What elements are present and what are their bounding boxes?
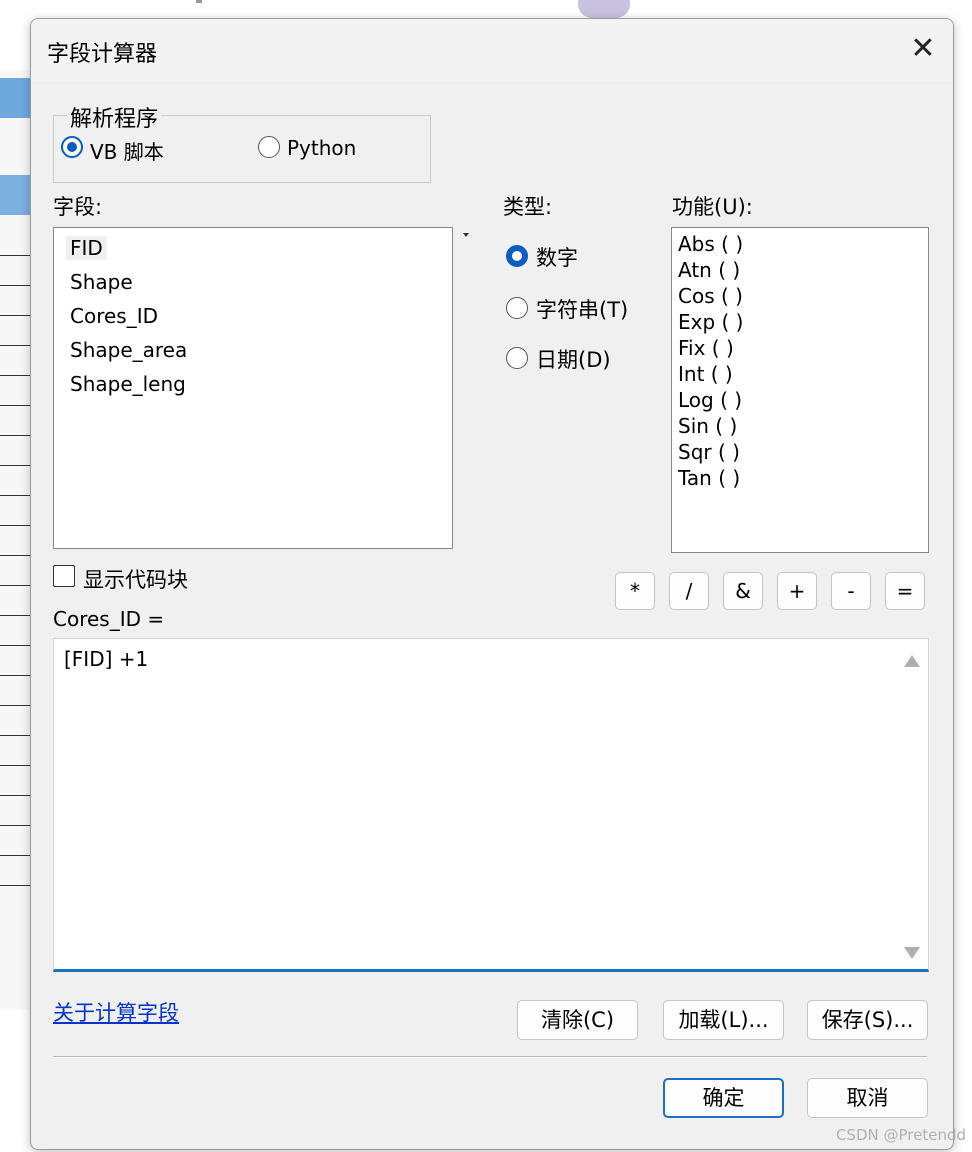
screen: 字段计算器 ✕ 解析程序 VB 脚本 Python 字段: FID Shape …: [0, 0, 972, 1152]
type-number-radio[interactable]: [506, 245, 528, 267]
function-item-int[interactable]: Int ( ): [678, 362, 733, 386]
operator-minus-button[interactable]: -: [831, 572, 871, 610]
operator-multiply-button[interactable]: *: [615, 572, 655, 610]
function-item-sqr[interactable]: Sqr ( ): [678, 440, 740, 464]
field-item-shape-leng[interactable]: Shape_leng: [66, 372, 190, 396]
background-row-line: [0, 555, 30, 556]
load-button[interactable]: 加载(L)...: [663, 1000, 784, 1040]
field-item-shape[interactable]: Shape: [66, 270, 137, 294]
type-number-label: 数字: [536, 246, 578, 270]
show-codeblock-label: 显示代码块: [83, 568, 188, 592]
background-row-line: [0, 255, 30, 256]
background-row-line: [0, 885, 30, 886]
scroll-down-icon[interactable]: [904, 947, 920, 959]
function-item-fix[interactable]: Fix ( ): [678, 336, 734, 360]
background-row-line: [0, 435, 30, 436]
fields-label: 字段:: [53, 195, 103, 219]
background-row-line: [0, 735, 30, 736]
parser-python-label: Python: [287, 136, 357, 160]
background-fragment: [578, 0, 630, 18]
function-item-tan[interactable]: Tan ( ): [678, 466, 740, 490]
watermark: CSDN @Pretendd: [835, 1126, 966, 1144]
background-row-line: [0, 405, 30, 406]
operator-divide-button[interactable]: /: [669, 572, 709, 610]
function-item-exp[interactable]: Exp ( ): [678, 310, 744, 334]
type-string-label: 字符串(T): [536, 298, 629, 322]
background-row-line: [0, 495, 30, 496]
background-row-line: [0, 375, 30, 376]
close-icon: ✕: [910, 31, 936, 66]
about-calculate-field-link[interactable]: 关于计算字段: [53, 997, 179, 1027]
fields-dropdown-caret-icon[interactable]: [463, 233, 469, 237]
type-date-label: 日期(D): [536, 348, 611, 372]
background-toolbar: [0, 78, 30, 118]
expression-value: [FID] +1: [64, 647, 149, 671]
operator-ampersand-button[interactable]: &: [723, 572, 763, 610]
field-item-fid[interactable]: FID: [66, 236, 107, 260]
background-row-line: [0, 585, 30, 586]
type-label: 类型:: [503, 195, 553, 219]
dialog-title: 字段计算器: [47, 42, 158, 67]
background-row-line: [0, 825, 30, 826]
show-codeblock-checkbox[interactable]: [53, 565, 75, 587]
fields-listbox[interactable]: FID Shape Cores_ID Shape_area Shape_leng: [53, 227, 453, 549]
background-row-line: [0, 345, 30, 346]
function-item-atn[interactable]: Atn ( ): [678, 258, 740, 282]
parser-vb-radio[interactable]: [61, 136, 83, 158]
functions-listbox[interactable]: Abs ( ) Atn ( ) Cos ( ) Exp ( ) Fix ( ) …: [671, 227, 929, 553]
parser-legend: 解析程序: [67, 101, 162, 133]
scroll-up-icon[interactable]: [904, 655, 920, 667]
background-row-line: [0, 765, 30, 766]
background-row-line: [0, 315, 30, 316]
background-toolbar: [0, 175, 30, 215]
function-item-cos[interactable]: Cos ( ): [678, 284, 743, 308]
expression-textarea[interactable]: [FID] +1: [53, 638, 929, 972]
field-calculator-dialog: 字段计算器 ✕ 解析程序 VB 脚本 Python 字段: FID Shape …: [30, 18, 954, 1150]
parser-python-radio[interactable]: [258, 136, 280, 158]
background-row-line: [0, 795, 30, 796]
clear-button[interactable]: 清除(C): [517, 1000, 638, 1040]
field-item-shape-area[interactable]: Shape_area: [66, 338, 191, 362]
background-row-line: [0, 675, 30, 676]
type-date-radio[interactable]: [506, 347, 528, 369]
parser-vb-label: VB 脚本: [90, 140, 164, 164]
operator-plus-button[interactable]: +: [777, 572, 817, 610]
background-row-line: [0, 285, 30, 286]
background-row-line: [0, 705, 30, 706]
save-button[interactable]: 保存(S)...: [807, 1000, 928, 1040]
background-row-line: [0, 465, 30, 466]
functions-label: 功能(U):: [672, 195, 753, 219]
field-item-cores-id[interactable]: Cores_ID: [66, 304, 162, 328]
cancel-button[interactable]: 取消: [807, 1078, 928, 1118]
background-row-line: [0, 525, 30, 526]
ok-button[interactable]: 确定: [663, 1078, 784, 1118]
close-button[interactable]: ✕: [907, 33, 939, 65]
title-bar: 字段计算器 ✕: [31, 19, 953, 81]
type-string-radio[interactable]: [506, 297, 528, 319]
function-item-sin[interactable]: Sin ( ): [678, 414, 737, 438]
function-item-abs[interactable]: Abs ( ): [678, 232, 743, 256]
background-row-line: [0, 855, 30, 856]
background-fragment: [196, 0, 202, 3]
separator-highlight: [53, 1057, 927, 1058]
expression-label: Cores_ID =: [53, 607, 165, 631]
operator-equals-button[interactable]: =: [885, 572, 925, 610]
function-item-log[interactable]: Log ( ): [678, 388, 742, 412]
background-row-line: [0, 615, 30, 616]
background-row-line: [0, 645, 30, 646]
